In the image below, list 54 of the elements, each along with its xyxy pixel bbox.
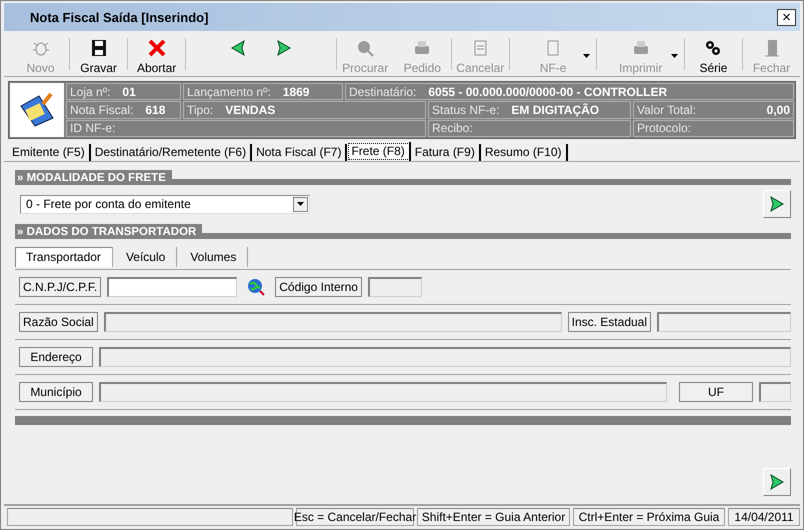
search-icon <box>355 38 376 58</box>
window-title: Nota Fiscal Saída [Inserindo] <box>30 10 208 24</box>
info-label: Status NF-e: <box>432 102 500 117</box>
info-label: Lançamento nº: <box>187 84 271 99</box>
info-label: Nota Fiscal: <box>70 102 134 117</box>
x-icon <box>146 38 167 58</box>
info-label: Valor Total: <box>637 102 696 117</box>
next-button[interactable] <box>763 468 791 496</box>
info-value: 01 <box>122 84 136 99</box>
next-button[interactable] <box>763 190 791 218</box>
field-label-button[interactable]: UF <box>679 382 753 402</box>
info-value: VENDAS <box>225 102 276 117</box>
info-value: 6055 - 00.000.000/0000-00 - CONTROLLER <box>428 84 668 99</box>
freight-dropdown[interactable]: 0 - Frete por conta do emitente <box>20 194 310 214</box>
tab[interactable]: Resumo (F10) <box>480 144 568 161</box>
logo-icon <box>10 83 64 137</box>
field-label-button[interactable]: Razão Social <box>19 312 98 332</box>
toolbar-button[interactable]: Série <box>684 34 742 76</box>
arrow-icon <box>769 194 785 214</box>
status-cell: Shift+Enter = Guia Anterior <box>417 508 570 526</box>
info-label: Tipo: <box>187 102 214 117</box>
field-label-button[interactable]: Endereço <box>19 347 93 367</box>
status-cell: Ctrl+Enter = Próxima Guia <box>573 508 725 526</box>
info-value: EM DIGITAÇÃO <box>511 102 600 117</box>
toolbar-button[interactable]: Gravar <box>70 34 128 76</box>
tab[interactable]: Veículo <box>114 247 178 267</box>
field-label-button[interactable]: Insc. Estadual <box>568 312 651 332</box>
info-label: Loja nº: <box>70 84 110 99</box>
caret-icon <box>293 196 308 212</box>
tab[interactable]: Frete (F8) <box>347 142 411 161</box>
field-label-button[interactable]: C.N.P.J/C.P.F. <box>19 277 102 297</box>
info-label: Protocolo: <box>637 121 692 136</box>
arrow-icon <box>769 472 785 492</box>
toolbar-button[interactable]: Abortar <box>128 34 186 76</box>
info-value: 618 <box>145 102 166 117</box>
info-value: 0,00 <box>766 102 790 117</box>
field-label-button[interactable]: Município <box>19 382 93 402</box>
info-label: Recibo: <box>432 121 473 136</box>
input-field[interactable] <box>107 277 238 297</box>
info-value: 1869 <box>282 84 310 99</box>
tab[interactable]: Volumes <box>179 247 248 267</box>
info-label: Destinatário: <box>349 84 416 99</box>
close-button[interactable]: × <box>777 8 796 26</box>
field-label-button[interactable]: Código Interno <box>275 277 362 297</box>
status-cell: Esc = Cancelar/Fechar <box>296 508 414 526</box>
info-label: ID NF-e: <box>70 121 116 136</box>
tab[interactable]: Transportador <box>15 247 113 267</box>
tab[interactable]: Destinatário/Remetente (F6) <box>90 144 252 161</box>
globe-search-icon[interactable] <box>247 278 266 296</box>
arrow-icon <box>230 38 246 58</box>
arrow-icon <box>276 38 292 58</box>
tab[interactable]: Emitente (F5) <box>8 144 91 161</box>
status-cell: 14/04/2011 <box>728 508 800 526</box>
tab[interactable]: Fatura (F9) <box>410 144 481 161</box>
